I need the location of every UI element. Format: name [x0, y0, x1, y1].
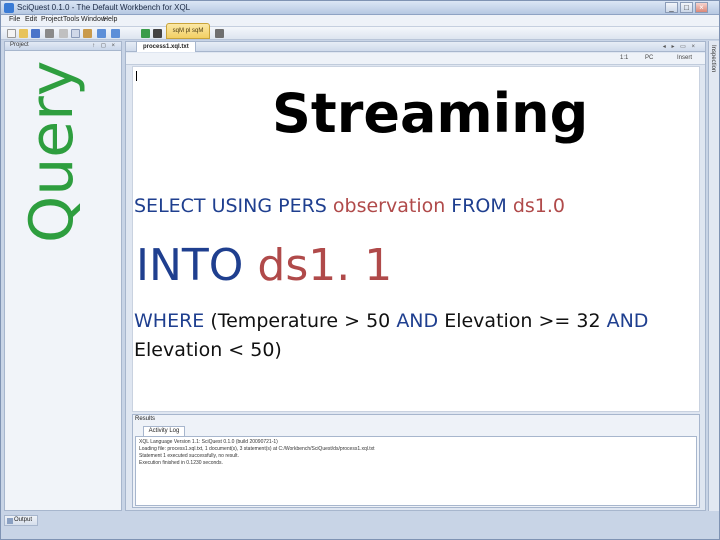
menu-file[interactable]: File: [9, 16, 20, 23]
tab-activity-log[interactable]: Activity Log: [143, 426, 185, 436]
keyword-into: INTO: [136, 240, 258, 291]
log-line: XQL Language Version 1.1: SciQuest 0.1.0…: [139, 439, 278, 445]
inspection-strip[interactable]: Inspection: [708, 41, 719, 511]
activity-log[interactable]: XQL Language Version 1.1: SciQuest 0.1.0…: [135, 436, 697, 506]
keyword-and: AND: [396, 310, 445, 332]
stop-icon[interactable]: [153, 29, 162, 38]
toolbar: [1, 27, 719, 40]
value-ds10: ds1.0: [512, 195, 566, 217]
editor-tab-bar: process1.xql.txt ◂ ▸ ▭ ×: [126, 42, 705, 52]
query-side-label: Query: [17, 60, 87, 243]
project-panel-controls[interactable]: ↑ ◻ ×: [92, 42, 117, 49]
log-line: Statement 1 executed successfully, no re…: [139, 453, 239, 459]
query-line-where: WHERE (Temperature > 50 AND Elevation >=…: [134, 307, 694, 365]
keyword-and: AND: [606, 310, 649, 332]
log-line: Execution finished in 0.1230 seconds.: [139, 460, 223, 466]
close-button[interactable]: ×: [695, 2, 708, 13]
editor-tab-controls[interactable]: ◂ ▸ ▭ ×: [663, 42, 697, 52]
open-folder-icon[interactable]: [19, 29, 28, 38]
output-label: Output: [14, 517, 33, 523]
paste-icon[interactable]: [83, 29, 92, 38]
insert-mode: Insert: [677, 55, 693, 61]
menu-bar: File Edit Project Tools Window Help: [1, 15, 719, 27]
new-file-icon[interactable]: [7, 29, 16, 38]
settings-icon[interactable]: [215, 29, 224, 38]
results-panel: Results Activity Log XQL Language Versio…: [132, 414, 700, 508]
menu-project[interactable]: Project: [41, 16, 63, 23]
copy-icon[interactable]: [71, 29, 80, 38]
title-bar: SciQuest 0.1.0 - The Default Workbench f…: [1, 1, 719, 15]
project-panel-title: Project: [10, 42, 29, 48]
inspection-label: Inspection: [710, 45, 716, 73]
value-ds11: ds1. 1: [257, 240, 393, 291]
tab-process1[interactable]: process1.xql.txt: [136, 42, 196, 52]
output-button[interactable]: Output: [4, 515, 38, 526]
project-panel-header: Project ↑ ◻ ×: [5, 42, 121, 51]
app-icon: [4, 3, 14, 13]
cut-icon[interactable]: [59, 29, 68, 38]
keyword-select: SELECT USING PERS: [134, 195, 333, 217]
keyword-where: WHERE: [134, 310, 211, 332]
encoding-mode: PC: [645, 55, 654, 61]
window-title: SciQuest 0.1.0 - The Default Workbench f…: [17, 3, 191, 12]
redo-icon[interactable]: [111, 29, 120, 38]
condition-elevation-max: Elevation < 50): [134, 339, 282, 361]
query-line-into: INTO ds1. 1: [136, 240, 392, 291]
save-icon[interactable]: [31, 29, 40, 38]
results-title: Results: [135, 416, 156, 422]
maximize-button[interactable]: □: [680, 2, 693, 13]
print-icon[interactable]: [45, 29, 54, 38]
toolbar-active-tab[interactable]: sqM pl sqM: [166, 23, 210, 39]
condition-temperature: (Temperature > 50: [210, 310, 397, 332]
minimize-button[interactable]: _: [665, 2, 678, 13]
text-caret: [136, 71, 137, 81]
menu-tools[interactable]: Tools: [63, 16, 79, 23]
slide-title: Streaming: [272, 82, 589, 145]
menu-edit[interactable]: Edit: [25, 16, 37, 23]
condition-elevation-min: Elevation >= 32: [444, 310, 607, 332]
menu-help[interactable]: Help: [103, 16, 117, 23]
query-line-select: SELECT USING PERS observation FROM ds1.0: [134, 195, 565, 217]
keyword-from: FROM: [445, 195, 513, 217]
value-observation: observation: [332, 195, 446, 217]
output-icon: [7, 518, 13, 524]
undo-icon[interactable]: [97, 29, 106, 38]
editor-status-row: 1:1 PC Insert: [126, 53, 705, 65]
log-line: Loading file: process1.xql.txt, 1 docume…: [139, 446, 375, 452]
cursor-position: 1:1: [620, 55, 629, 61]
run-icon[interactable]: [141, 29, 150, 38]
